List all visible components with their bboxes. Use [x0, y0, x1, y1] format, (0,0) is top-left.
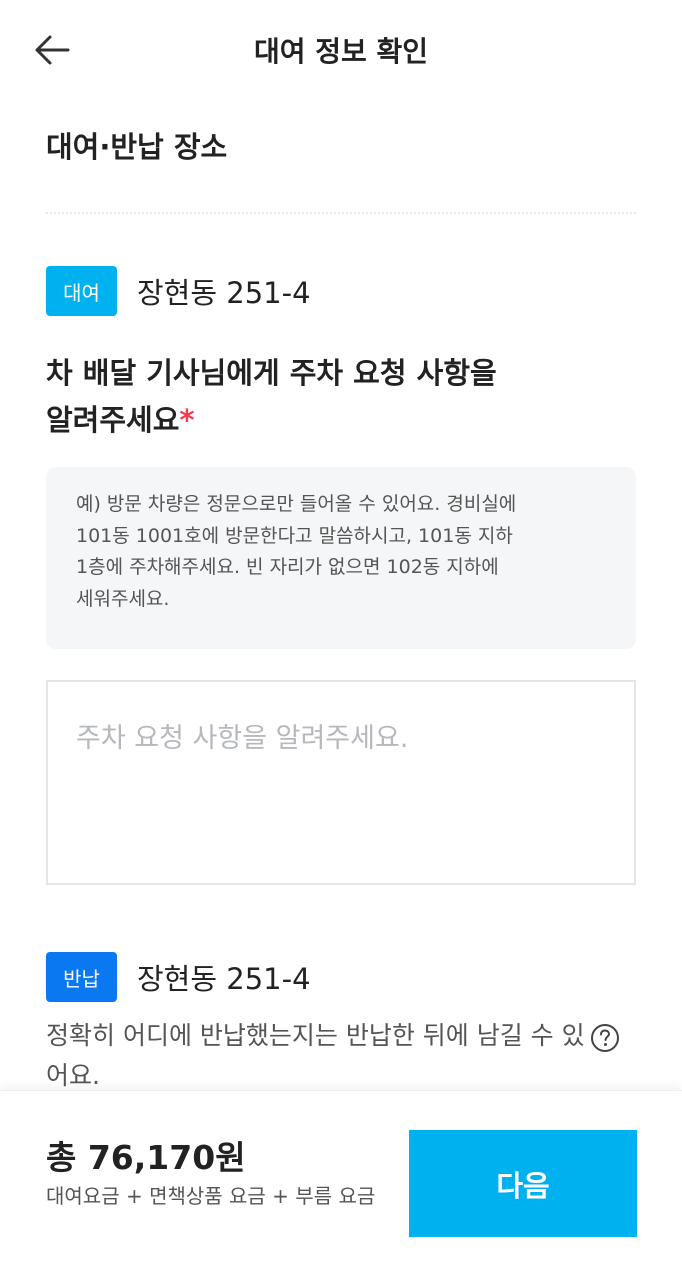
example-line: 1층에 주차해주세요. 빈 자리가 없으면 102동 지하에 — [76, 556, 499, 578]
return-badge: 반납 — [46, 952, 117, 1002]
example-line: 예) 방문 차량은 정문으로만 들어올 수 있어요. 경비실에 — [76, 493, 517, 515]
section-title: 대여·반납 장소 — [46, 130, 228, 164]
header: 대여 정보 확인 — [0, 0, 682, 100]
example-line: 세워주세요. — [76, 587, 170, 610]
parking-request-input[interactable]: 주차 요청 사항을 알려주세요. — [46, 680, 636, 885]
parking-request-title-line1: 차 배달 기사님에게 주차 요청 사항을 — [46, 356, 497, 390]
divider — [46, 212, 636, 214]
parking-example-box: 예) 방문 차량은 정문으로만 들어올 수 있어요. 경비실에 101동 100… — [46, 467, 636, 649]
pickup-address: 장현동 251-4 — [137, 276, 311, 310]
pickup-location-row: 대여 장현동 251-4 — [46, 266, 311, 316]
return-address: 장현동 251-4 — [137, 962, 311, 996]
return-location-row: 반납 장현동 251-4 — [46, 952, 311, 1002]
fee-description: 대여요금 + 면책상품 요금 + 부름 요금 — [46, 1184, 376, 1208]
parking-request-title: 차 배달 기사님에게 주차 요청 사항을 알려주세요* — [46, 350, 636, 444]
return-note: 정확히 어디에 반납했는지는 반납한 뒤에 남길 수 있어요. — [46, 1021, 585, 1090]
pickup-badge: 대여 — [46, 266, 117, 316]
parking-request-title-line2: 알려주세요 — [46, 403, 180, 437]
page-title: 대여 정보 확인 — [253, 35, 429, 68]
next-button[interactable]: 다음 — [409, 1130, 637, 1237]
question-circle-icon[interactable] — [590, 1023, 620, 1053]
required-mark: * — [179, 403, 195, 437]
total-price: 총 76,170원 — [46, 1138, 246, 1177]
bottom-bar: 총 76,170원 대여요금 + 면책상품 요금 + 부름 요금 다음 — [0, 1090, 682, 1274]
example-line: 101동 1001호에 방문한다고 말씀하시고, 101동 지하 — [76, 524, 513, 547]
